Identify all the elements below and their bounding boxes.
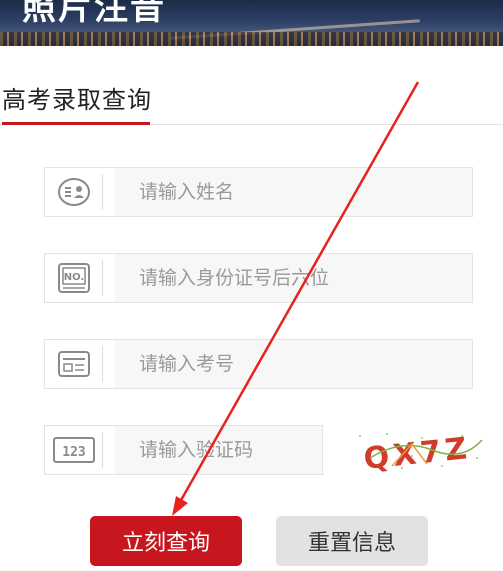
name-input[interactable] [115, 168, 472, 216]
banner-title: 照片注音 [22, 0, 166, 28]
number-123-icon: 123 [45, 426, 103, 474]
person-card-icon [45, 168, 103, 216]
exam-number-input[interactable] [115, 340, 472, 388]
exam-number-field [44, 339, 473, 389]
field-divider [102, 260, 103, 296]
captcha-field: 123 [44, 425, 323, 475]
header-banner: 照片注音 [0, 0, 503, 46]
field-divider [102, 174, 103, 210]
id-field: NO. [44, 253, 473, 303]
svg-text:NO.: NO. [64, 272, 84, 283]
no-card-icon: NO. [45, 254, 103, 302]
field-divider [102, 432, 103, 468]
title-underline [2, 122, 150, 125]
page-title: 高考录取查询 [2, 86, 152, 114]
id-card-icon [45, 340, 103, 388]
field-divider [102, 346, 103, 382]
name-field [44, 167, 473, 217]
captcha-input[interactable] [115, 426, 322, 474]
id-input[interactable] [115, 254, 472, 302]
query-button[interactable]: 立刻查询 [90, 516, 242, 566]
banner-city-lights [0, 32, 503, 46]
reset-button[interactable]: 重置信息 [276, 516, 428, 566]
captcha-image[interactable]: QX7Z [352, 428, 488, 477]
svg-text:123: 123 [62, 445, 85, 460]
